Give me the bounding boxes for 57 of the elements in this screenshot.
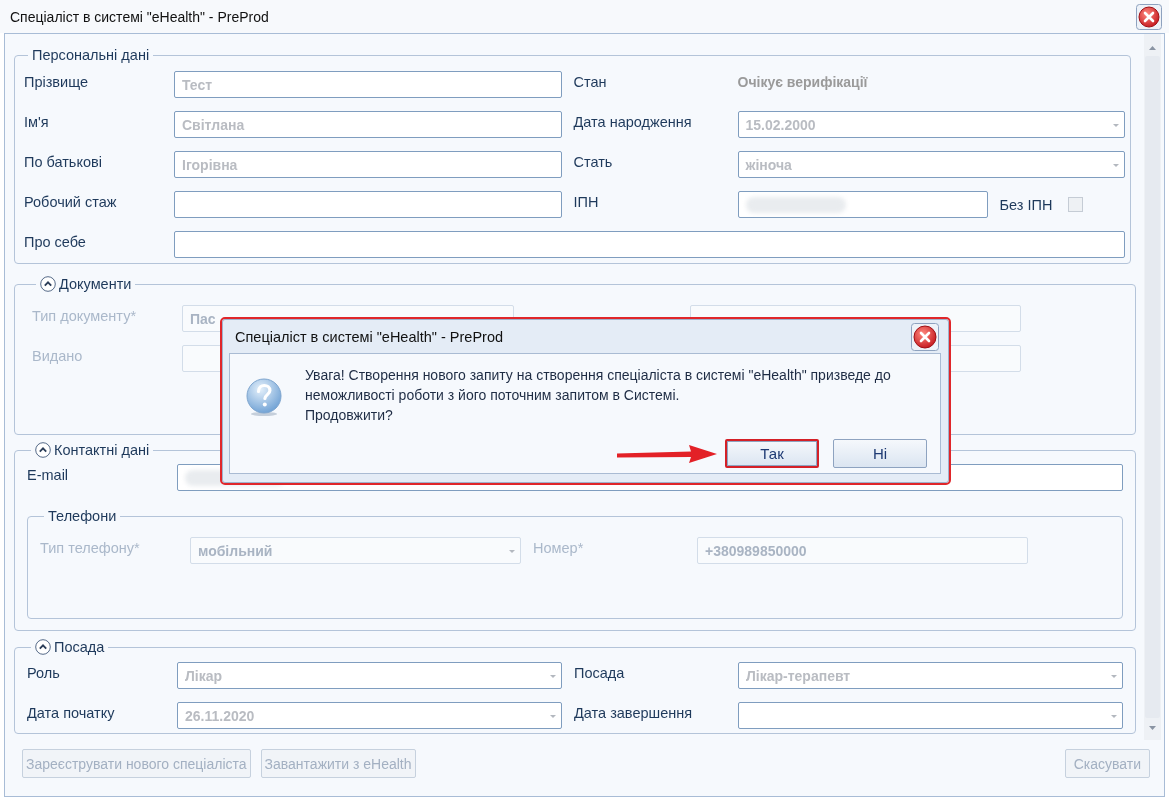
field-label: Ім'я [24, 114, 49, 130]
collapse-icon[interactable] [35, 639, 51, 655]
dropdown-arrow-icon [1113, 124, 1119, 127]
window-title: Спеціаліст в системі "eHealth" - PreProd [10, 8, 269, 25]
field-label: Тип документу* [32, 308, 137, 324]
input-field[interactable]: Ігорівна [174, 151, 562, 178]
dialog-message: Увага! Створення нового запиту на створення спеціаліста в системі "eHealth" призведе до неможливості роботи з його поточним запитом в Системі. [305, 366, 892, 405]
field-label: Дата завершення [574, 705, 693, 721]
input-field[interactable] [174, 191, 562, 218]
field-label: Номер* [533, 540, 584, 556]
dialog-button[interactable]: Ні [833, 439, 927, 468]
section-title: Контактні дані [54, 441, 150, 459]
collapse-icon[interactable] [35, 442, 51, 458]
field-label: Дата початку [27, 705, 115, 721]
field-label: E-mail [27, 467, 69, 483]
section-title: Документи [59, 275, 132, 293]
dialog-question: Продовжити? [305, 406, 394, 425]
field-label: Тип телефону* [40, 540, 140, 556]
field-label: По батькові [24, 154, 102, 170]
section-title: Персональні дані [32, 46, 150, 64]
dropdown-field[interactable]: 26.11.2020 [177, 702, 562, 729]
field-label: Роль [27, 665, 60, 681]
scrollbar[interactable] [1144, 34, 1161, 740]
dialog-button[interactable]: Так [725, 439, 819, 468]
input-field[interactable]: Тест [174, 71, 562, 98]
dropdown-arrow-icon [1111, 715, 1117, 718]
checkbox[interactable] [1068, 197, 1084, 212]
field-label: Стать [573, 154, 613, 170]
field-label: Робочий стаж [24, 194, 117, 210]
input-field[interactable]: Світлана [174, 111, 562, 138]
dropdown-field[interactable]: жіноча [737, 151, 1125, 178]
dialog-title: Спеціаліст в системі "eHealth" - PreProd [235, 328, 504, 345]
dropdown-arrow-icon [1111, 675, 1117, 678]
field-label: Дата народження [573, 114, 692, 130]
status-text: Очікує верифікації [737, 73, 868, 90]
field-label: Про себе [24, 234, 86, 250]
field-label: Прізвище [24, 74, 88, 90]
input-field[interactable] [174, 231, 1125, 258]
field-label: ІПН [573, 194, 599, 210]
question-icon [244, 377, 284, 417]
input-field[interactable] [737, 191, 988, 218]
dropdown-arrow-icon [1113, 164, 1119, 167]
dropdown-field[interactable]: 15.02.2000 [737, 111, 1125, 138]
field-label: Стан [573, 74, 607, 90]
field-label: Видано [32, 348, 83, 364]
section-title: Телефони [48, 507, 117, 525]
checkbox-label: Без ІПН [999, 196, 1053, 213]
dropdown-arrow-icon [550, 715, 556, 718]
dropdown-arrow-icon [550, 675, 556, 678]
dropdown-field[interactable]: Лікар [177, 662, 562, 689]
close-button[interactable] [1136, 3, 1162, 30]
dropdown-arrow-icon [509, 550, 515, 553]
dropdown-field[interactable] [738, 702, 1123, 729]
dropdown-field[interactable]: Лікар-терапевт [738, 662, 1123, 689]
field-label: Посада [574, 665, 625, 681]
close-button[interactable] [911, 322, 939, 351]
section-title: Посада [54, 638, 105, 656]
